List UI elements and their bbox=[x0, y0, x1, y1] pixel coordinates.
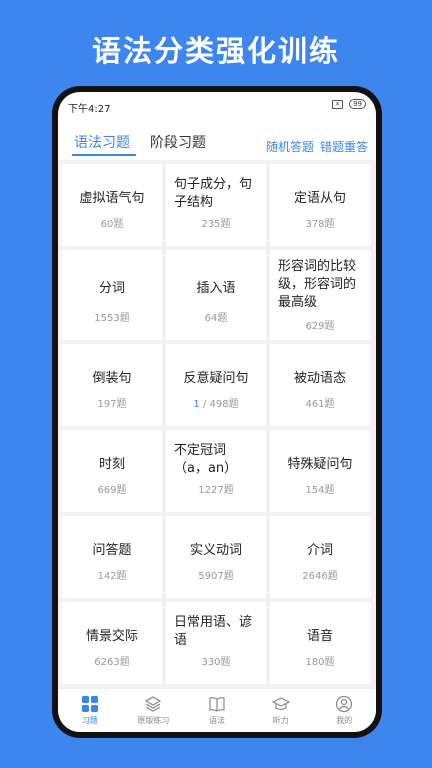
category-count: 235题 bbox=[201, 219, 231, 230]
app-screen: 下午4:27 × 99 语法习题 阶段习题 随机答题 错题重答 虚拟语气句 60… bbox=[58, 92, 376, 732]
category-grid: 虚拟语气句 60题 句子成分，句子结构 235题 定语从句 378题 分词 15… bbox=[62, 164, 372, 684]
category-count: 461题 bbox=[305, 399, 335, 410]
category-card[interactable]: 虚拟语气句 60题 bbox=[62, 164, 162, 246]
category-title: 介词 bbox=[306, 543, 333, 558]
category-count: 197题 bbox=[97, 399, 127, 410]
category-count: 154题 bbox=[305, 485, 335, 496]
banner-title: 语法分类强化训练 bbox=[91, 34, 340, 68]
category-count: 330题 bbox=[201, 657, 231, 668]
category-count: 2646题 bbox=[302, 571, 338, 582]
category-title: 虚拟语气句 bbox=[79, 191, 145, 206]
category-title: 日常用语、谚语 bbox=[174, 615, 253, 648]
category-count: 1 / 498题 bbox=[166, 395, 266, 410]
nav-original-practice[interactable]: 原版练习 bbox=[122, 689, 186, 732]
battery-icon: 99 bbox=[349, 99, 366, 109]
category-title: 情景交际 bbox=[85, 629, 138, 644]
tab-indicator bbox=[72, 154, 136, 156]
category-title: 分词 bbox=[98, 281, 125, 296]
top-tabs: 语法习题 阶段习题 随机答题 错题重答 bbox=[58, 128, 376, 156]
bottom-nav: 习题 原版练习 语法 听力 我的 bbox=[58, 688, 376, 732]
category-card[interactable]: 插入语 64题 bbox=[166, 250, 266, 340]
top-actions: 随机答题 错题重答 bbox=[266, 138, 368, 155]
nav-label: 听力 bbox=[272, 716, 289, 725]
nav-label: 习题 bbox=[81, 716, 98, 725]
category-count: 6263题 bbox=[94, 657, 130, 668]
nav-grammar[interactable]: 语法 bbox=[185, 689, 249, 732]
category-count: 142题 bbox=[97, 571, 127, 582]
category-card[interactable]: 分词 1553题 bbox=[62, 250, 162, 340]
category-title: 插入语 bbox=[196, 281, 236, 296]
random-answer-button[interactable]: 随机答题 bbox=[266, 138, 314, 155]
category-card[interactable]: 倒装句 197题 bbox=[62, 344, 162, 426]
category-card[interactable]: 时刻 669题 bbox=[62, 430, 162, 512]
category-title: 时刻 bbox=[98, 457, 125, 472]
category-title: 句子成分，句子结构 bbox=[174, 177, 253, 210]
category-card[interactable]: 日常用语、谚语 330题 bbox=[166, 602, 266, 684]
category-count: 1227题 bbox=[198, 485, 234, 496]
grid-icon bbox=[81, 696, 98, 712]
phone-frame: 下午4:27 × 99 语法习题 阶段习题 随机答题 错题重答 虚拟语气句 60… bbox=[52, 86, 382, 738]
category-card[interactable]: 语音 180题 bbox=[270, 602, 370, 684]
retry-mistakes-button[interactable]: 错题重答 bbox=[320, 138, 368, 155]
category-card[interactable]: 句子成分，句子结构 235题 bbox=[166, 164, 266, 246]
status-time: 下午4:27 bbox=[68, 104, 111, 115]
category-count: 60题 bbox=[100, 219, 124, 230]
no-sim-icon: × bbox=[332, 99, 344, 109]
category-title: 问答题 bbox=[92, 543, 132, 558]
category-title: 倒装句 bbox=[92, 371, 132, 386]
category-title: 语音 bbox=[306, 629, 333, 644]
nav-label: 我的 bbox=[336, 716, 353, 725]
category-title: 不定冠词（a，an） bbox=[174, 443, 238, 476]
category-grid-area: 虚拟语气句 60题 句子成分，句子结构 235题 定语从句 378题 分词 15… bbox=[58, 160, 376, 688]
tab-grammar-exercises[interactable]: 语法习题 bbox=[74, 132, 130, 152]
layers-icon bbox=[145, 696, 162, 712]
category-card[interactable]: 被动语态 461题 bbox=[270, 344, 370, 426]
status-icons: × 99 bbox=[332, 99, 366, 109]
book-icon bbox=[209, 697, 225, 712]
category-card[interactable]: 反意疑问句 1 / 498题 bbox=[166, 344, 266, 426]
nav-listening[interactable]: 听力 bbox=[249, 689, 313, 732]
category-card[interactable]: 介词 2646题 bbox=[270, 516, 370, 598]
tab-stage-exercises[interactable]: 阶段习题 bbox=[150, 132, 206, 152]
category-card[interactable]: 实义动词 5907题 bbox=[166, 516, 266, 598]
category-count: 64题 bbox=[204, 313, 228, 324]
category-card[interactable]: 不定冠词（a，an） 1227题 bbox=[166, 430, 266, 512]
nav-exercises[interactable]: 习题 bbox=[58, 689, 122, 732]
category-card[interactable]: 特殊疑问句 154题 bbox=[270, 430, 370, 512]
user-icon bbox=[336, 695, 353, 713]
category-card[interactable]: 问答题 142题 bbox=[62, 516, 162, 598]
category-count: 669题 bbox=[97, 485, 127, 496]
nav-label: 原版练习 bbox=[137, 716, 170, 725]
category-count: 629题 bbox=[305, 321, 335, 332]
category-title: 形容词的比较级，形容词的最高级 bbox=[278, 259, 357, 310]
category-title: 特殊疑问句 bbox=[287, 457, 353, 472]
category-title: 被动语态 bbox=[293, 371, 346, 386]
category-total-count: / 498题 bbox=[199, 399, 239, 410]
status-bar: 下午4:27 × 99 bbox=[58, 92, 376, 115]
category-title: 实义动词 bbox=[189, 543, 242, 558]
nav-label: 语法 bbox=[208, 716, 225, 725]
category-count: 378题 bbox=[305, 219, 335, 230]
nav-mine[interactable]: 我的 bbox=[312, 689, 376, 732]
category-title: 定语从句 bbox=[293, 191, 346, 206]
graduation-cap-icon bbox=[271, 697, 290, 711]
category-card[interactable]: 定语从句 378题 bbox=[270, 164, 370, 246]
category-card[interactable]: 形容词的比较级，形容词的最高级 629题 bbox=[270, 250, 370, 340]
category-title: 反意疑问句 bbox=[183, 371, 249, 386]
category-count: 5907题 bbox=[198, 571, 234, 582]
category-card[interactable]: 情景交际 6263题 bbox=[62, 602, 162, 684]
category-count: 180题 bbox=[305, 657, 335, 668]
category-count: 1553题 bbox=[94, 313, 130, 324]
